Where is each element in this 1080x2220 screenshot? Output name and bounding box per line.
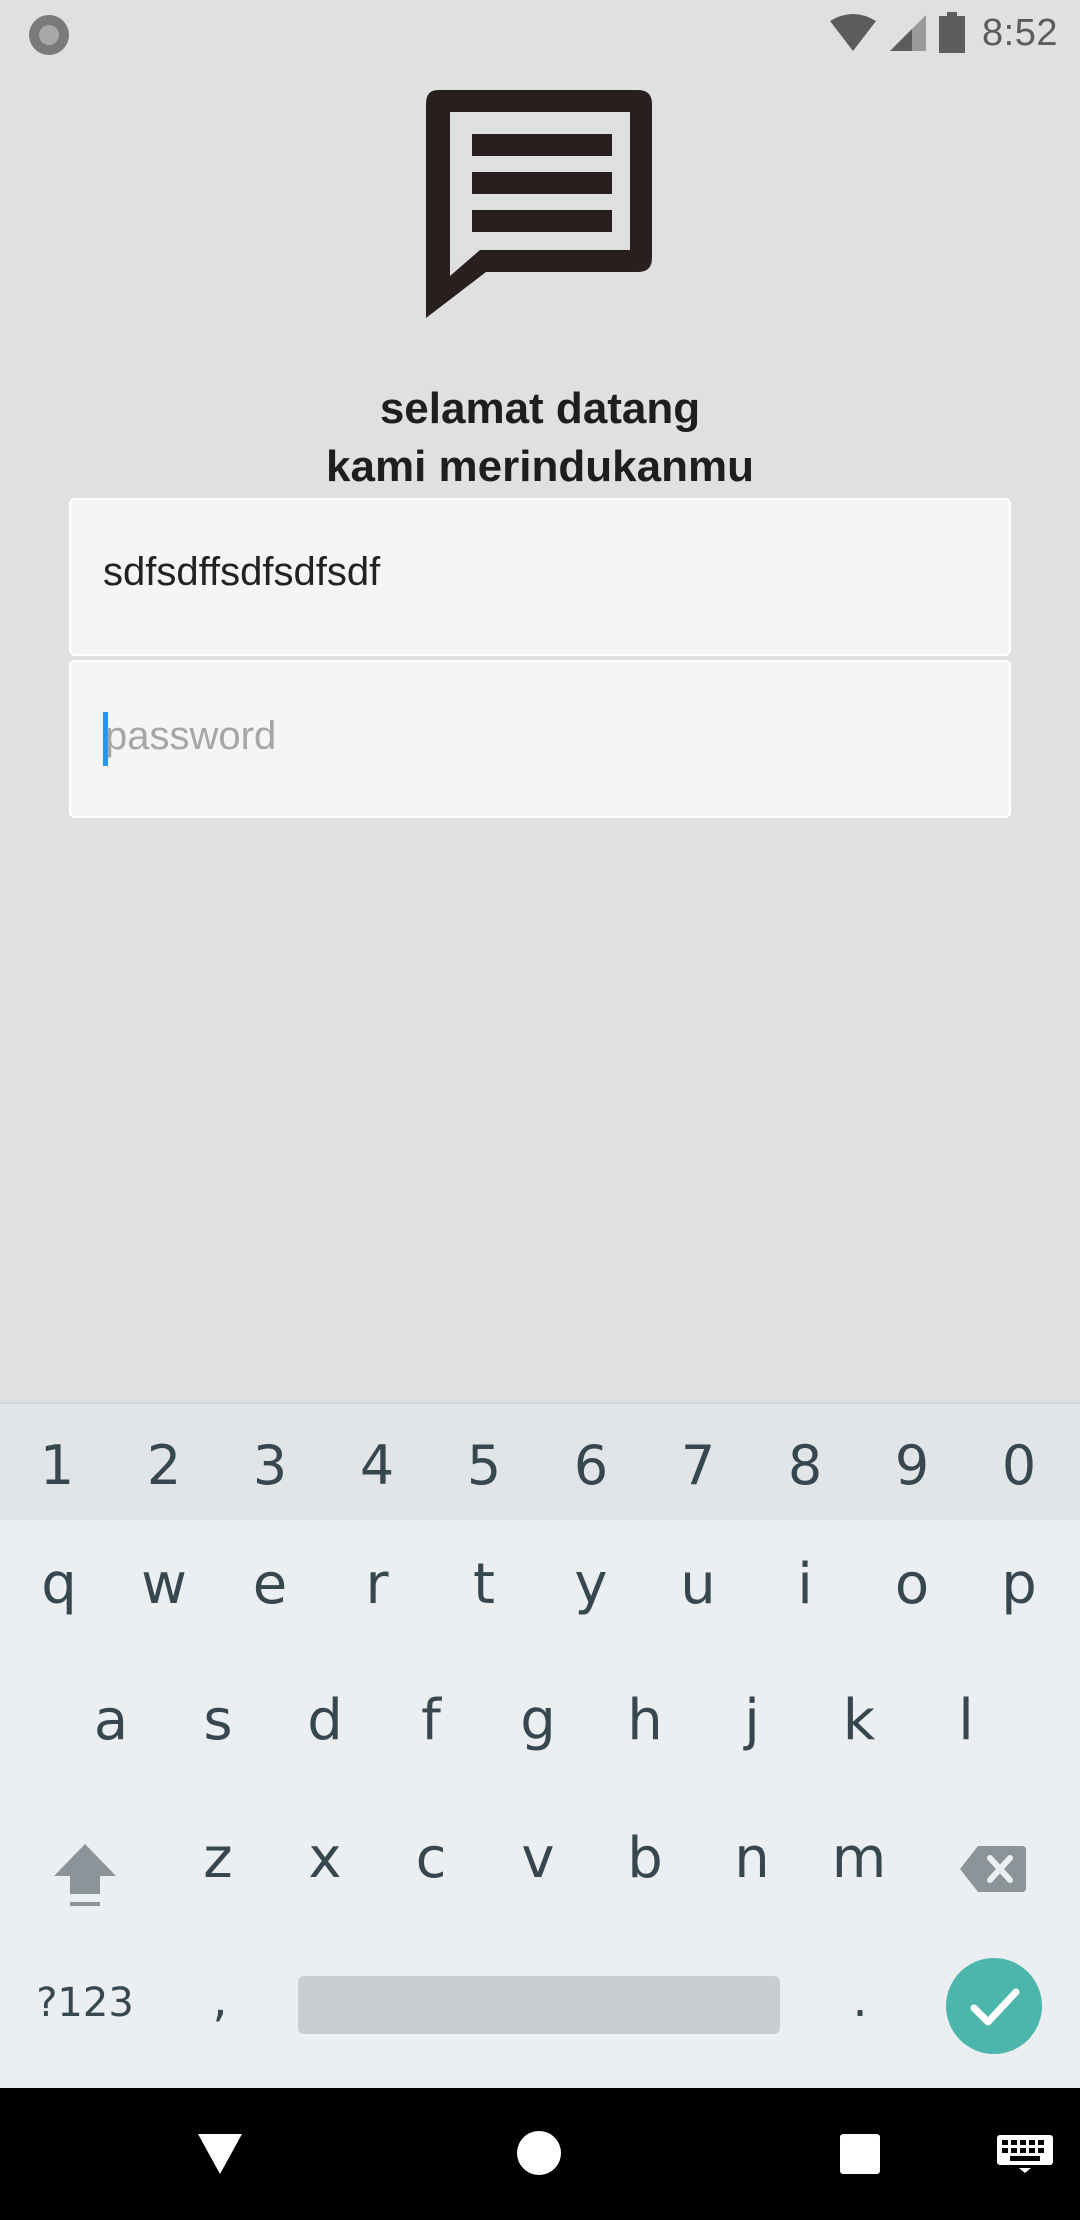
backspace-icon[interactable] [958,1844,1028,1894]
username-value: sdfsdffsdfsdfsdf [103,550,381,594]
status-bar: 8:52 [0,0,1080,66]
key-8[interactable]: 8 [752,1434,858,1497]
enter-button[interactable] [946,1958,1042,2054]
key-0[interactable]: 0 [966,1434,1072,1497]
home-icon[interactable] [516,2130,562,2176]
key-j[interactable]: j [699,1688,805,1753]
checkmark-icon [970,1988,1020,2026]
key-v[interactable]: v [485,1826,591,1891]
key-3[interactable]: 3 [217,1434,323,1497]
key-e[interactable]: e [217,1552,323,1617]
recents-icon[interactable] [838,2132,882,2176]
key-c[interactable]: c [378,1826,484,1891]
login-screen: 8:52 selamat datang kami merindukanmu sd… [0,0,1080,2220]
navigation-bar [0,2088,1080,2220]
key-i[interactable]: i [752,1552,858,1617]
key-k[interactable]: k [806,1688,912,1753]
wifi-icon [830,14,877,51]
back-icon[interactable] [196,2132,244,2176]
key-f[interactable]: f [378,1688,484,1753]
key-q[interactable]: q [6,1552,112,1617]
key-a[interactable]: a [58,1688,164,1753]
key-s[interactable]: s [165,1688,271,1753]
key-9[interactable]: 9 [859,1434,965,1497]
keyboard-switch-icon[interactable] [996,2134,1054,2174]
keyboard-number-row: 1 2 3 4 5 6 7 8 9 0 [0,1402,1080,1520]
key-w[interactable]: w [111,1552,217,1617]
key-r[interactable]: r [324,1552,430,1617]
key-y[interactable]: y [538,1552,644,1617]
key-l[interactable]: l [913,1688,1019,1753]
key-2[interactable]: 2 [111,1434,217,1497]
battery-icon [939,12,966,53]
key-4[interactable]: 4 [324,1434,430,1497]
password-field[interactable]: password [69,660,1011,818]
username-field[interactable]: sdfsdffsdfsdfsdf [69,498,1011,656]
soft-keyboard: 1 2 3 4 5 6 7 8 9 0 q w e r t y u i o p … [0,1402,1080,2088]
key-b[interactable]: b [592,1826,698,1891]
status-time: 8:52 [982,11,1058,54]
key-h[interactable]: h [592,1688,698,1753]
key-p[interactable]: p [966,1552,1072,1617]
welcome-line-2: kami merindukanmu [326,442,754,491]
shift-icon[interactable] [50,1840,120,1910]
key-t[interactable]: t [431,1552,537,1617]
space-bar[interactable] [298,1976,780,2034]
status-icons: 8:52 [828,8,1058,58]
key-x[interactable]: x [272,1826,378,1891]
key-6[interactable]: 6 [538,1434,644,1497]
symbols-key[interactable]: ?123 [30,1980,140,2026]
period-key[interactable]: . [830,1972,890,2028]
key-7[interactable]: 7 [645,1434,751,1497]
comma-key[interactable]: , [190,1972,250,2028]
notification-dot-icon [29,15,69,55]
key-d[interactable]: d [272,1688,378,1753]
key-u[interactable]: u [645,1552,751,1617]
message-lines-icon [426,90,652,318]
key-m[interactable]: m [806,1826,912,1891]
welcome-line-1: selamat datang [379,384,701,433]
key-g[interactable]: g [485,1688,591,1753]
key-5[interactable]: 5 [431,1434,537,1497]
password-placeholder: password [105,714,277,758]
welcome-text: selamat datang kami merindukanmu [0,380,1080,496]
key-n[interactable]: n [699,1826,805,1891]
signal-icon [890,15,927,51]
key-z[interactable]: z [165,1826,271,1891]
key-o[interactable]: o [859,1552,965,1617]
key-1[interactable]: 1 [4,1434,110,1497]
